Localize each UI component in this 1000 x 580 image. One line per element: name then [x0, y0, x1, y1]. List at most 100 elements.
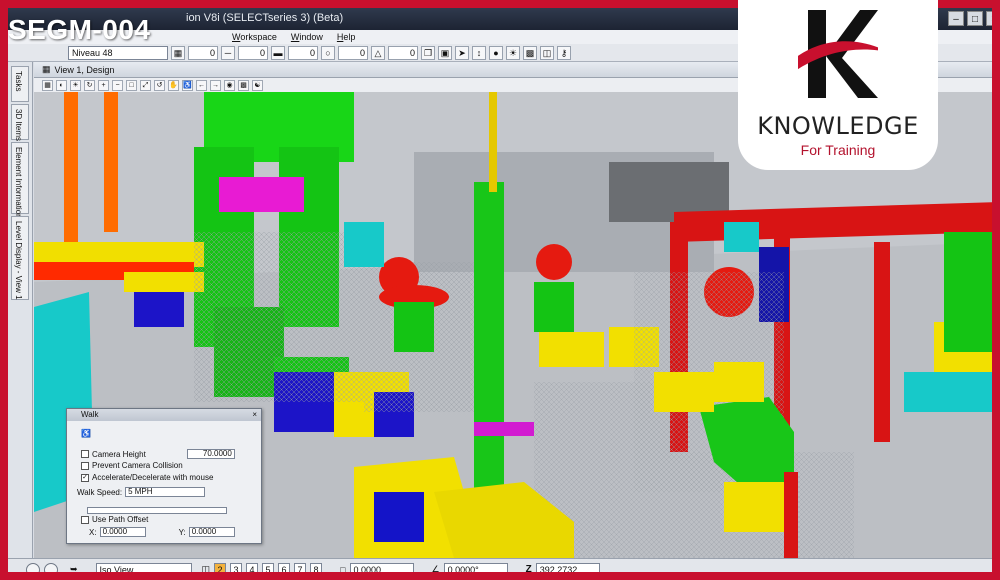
- blue-screen-front: [374, 492, 424, 542]
- close-icon[interactable]: ×: [252, 409, 257, 421]
- maximize-button[interactable]: □: [967, 11, 983, 26]
- view-number-6[interactable]: 6: [278, 562, 291, 577]
- angle-field[interactable]: 0.0000°: [443, 562, 508, 577]
- view-number-3[interactable]: 3: [230, 562, 243, 577]
- fence-icon[interactable]: ▣: [438, 45, 452, 60]
- view-title: View 1, Design: [54, 64, 115, 75]
- transparency-value[interactable]: 0: [338, 45, 368, 60]
- red-robot-2: [536, 244, 572, 280]
- logo-name: KNOWLEDGE: [757, 112, 919, 140]
- clip-volume-icon[interactable]: ▩: [238, 79, 249, 91]
- view-number-4[interactable]: 4: [246, 562, 259, 577]
- pointer-icon[interactable]: ➥: [70, 564, 78, 575]
- lighting-icon[interactable]: ☀: [70, 79, 81, 91]
- next-view-icon[interactable]: →: [210, 79, 221, 91]
- yellow-pole: [489, 92, 497, 192]
- window-title: ion V8i (SELECTseries 3) (Beta): [186, 12, 344, 24]
- tab-3d-items[interactable]: 3D Items: [11, 104, 29, 141]
- camera-height-label: Camera Height: [92, 449, 146, 459]
- weight-icon[interactable]: ▬: [271, 45, 285, 60]
- view-mode-select[interactable]: Iso View: [95, 562, 192, 577]
- path-offset-xy-row: X: 0.0000 Y: 0.0000: [89, 527, 235, 537]
- tab-tasks[interactable]: Tasks: [11, 66, 29, 102]
- view-rotation-icon[interactable]: ☯: [252, 79, 263, 91]
- knowledge-logo: KNOWLEDGE For Training: [738, 0, 938, 170]
- view-attributes-icon[interactable]: ▦: [42, 79, 53, 91]
- minimize-button[interactable]: –: [948, 11, 964, 26]
- yellow-box-front-right: [724, 482, 794, 532]
- weight-value[interactable]: 0: [288, 45, 318, 60]
- view-number-5[interactable]: 5: [262, 562, 275, 577]
- walk-speed-input[interactable]: 5 MPH: [125, 487, 206, 497]
- render-icon[interactable]: ☀: [506, 45, 520, 60]
- view-number-7[interactable]: 7: [294, 562, 307, 577]
- red-frame-right: [992, 0, 1000, 580]
- rotate-icon[interactable]: ↺: [154, 79, 165, 91]
- nav-back-icon[interactable]: [26, 562, 40, 577]
- style-value[interactable]: 0: [238, 45, 268, 60]
- transparency-icon[interactable]: ○: [321, 45, 335, 60]
- pan-icon[interactable]: ✋: [168, 79, 179, 91]
- yellow-box-5: [654, 372, 714, 412]
- x-label: X:: [89, 527, 97, 537]
- camera-icon[interactable]: ◉: [224, 79, 235, 91]
- accelerate-label: Accelerate/Decelerate with mouse: [92, 473, 214, 482]
- copy-icon[interactable]: ❐: [421, 45, 435, 60]
- fit-view-icon[interactable]: ⤢: [140, 79, 151, 91]
- color-value[interactable]: 0: [188, 45, 218, 60]
- measure-icon[interactable]: ↕: [472, 45, 486, 60]
- walk-icon[interactable]: ♿: [182, 79, 193, 91]
- update-icon[interactable]: ↻: [84, 79, 95, 91]
- path-offset-checkbox[interactable]: [81, 515, 89, 524]
- menu-window[interactable]: Window: [291, 32, 323, 42]
- sphere-icon[interactable]: ●: [489, 45, 503, 60]
- cyan-robot-arm: [344, 222, 384, 267]
- k-logo-icon: [798, 10, 878, 98]
- display-style-icon[interactable]: ◐: [56, 79, 67, 91]
- cyan-gripper: [724, 222, 759, 252]
- tab-level-display[interactable]: Level Display - View 1: [11, 216, 29, 300]
- camera-height-input[interactable]: 70.0000: [186, 449, 235, 459]
- cube-icon[interactable]: ◫: [540, 45, 554, 60]
- view-number-2[interactable]: 2: [214, 562, 227, 577]
- logo-tagline: For Training: [800, 142, 876, 158]
- tab-element-information[interactable]: Element Information: [11, 142, 29, 219]
- prevent-collision-checkbox[interactable]: [81, 461, 89, 470]
- walk-speed-label: Walk Speed:: [77, 487, 123, 497]
- key-icon[interactable]: ⚷: [557, 45, 571, 60]
- cell-icon[interactable]: ▩: [523, 45, 537, 60]
- view-windows-icon[interactable]: ◫: [202, 564, 211, 575]
- nav-forward-icon[interactable]: [44, 562, 58, 577]
- robot-pedestal-2: [534, 282, 574, 332]
- level-select[interactable]: Niveau 48: [68, 45, 168, 60]
- x-offset-input[interactable]: 0.0000: [99, 527, 146, 537]
- distance-field[interactable]: 0.0000: [349, 562, 414, 577]
- previous-view-icon[interactable]: ←: [196, 79, 207, 91]
- zoom-in-icon[interactable]: +: [98, 79, 109, 91]
- style-icon[interactable]: ─: [221, 45, 235, 60]
- window-area-icon[interactable]: □: [126, 79, 137, 91]
- camera-height-checkbox[interactable]: [81, 450, 89, 458]
- walk-dialog-title: Walk ×: [67, 409, 261, 421]
- press-magenta-block: [219, 177, 304, 212]
- z-coordinate-field[interactable]: 392.2732: [535, 562, 600, 577]
- robot-pedestal-1: [394, 302, 434, 352]
- status-bar: ➥ Iso View ◫ 2 3 4 5 6 7 8 □ 0.0000 ∠ 0.…: [8, 558, 1000, 580]
- zoom-out-icon[interactable]: −: [112, 79, 123, 91]
- view-number-8[interactable]: 8: [310, 562, 323, 577]
- magenta-mat: [474, 422, 534, 436]
- accelerate-row: ✓ Accelerate/Decelerate with mouse: [81, 473, 213, 482]
- walk-speed-slider[interactable]: [87, 507, 227, 514]
- priority-icon[interactable]: △: [371, 45, 385, 60]
- cyan-robot-right: [904, 372, 1000, 412]
- priority-value[interactable]: 0: [388, 45, 418, 60]
- menu-help[interactable]: Help: [337, 32, 356, 42]
- course-code-badge: SEGM-004: [8, 14, 151, 45]
- menu-workspace[interactable]: Workspace: [232, 32, 277, 42]
- z-axis-label: Z: [525, 564, 532, 575]
- y-offset-input[interactable]: 0.0000: [188, 527, 235, 537]
- select-icon[interactable]: ➤: [455, 45, 469, 60]
- walk-person-icon: ♿: [81, 429, 91, 438]
- accelerate-checkbox[interactable]: ✓: [81, 473, 89, 482]
- level-props-icon[interactable]: ▦: [171, 45, 185, 60]
